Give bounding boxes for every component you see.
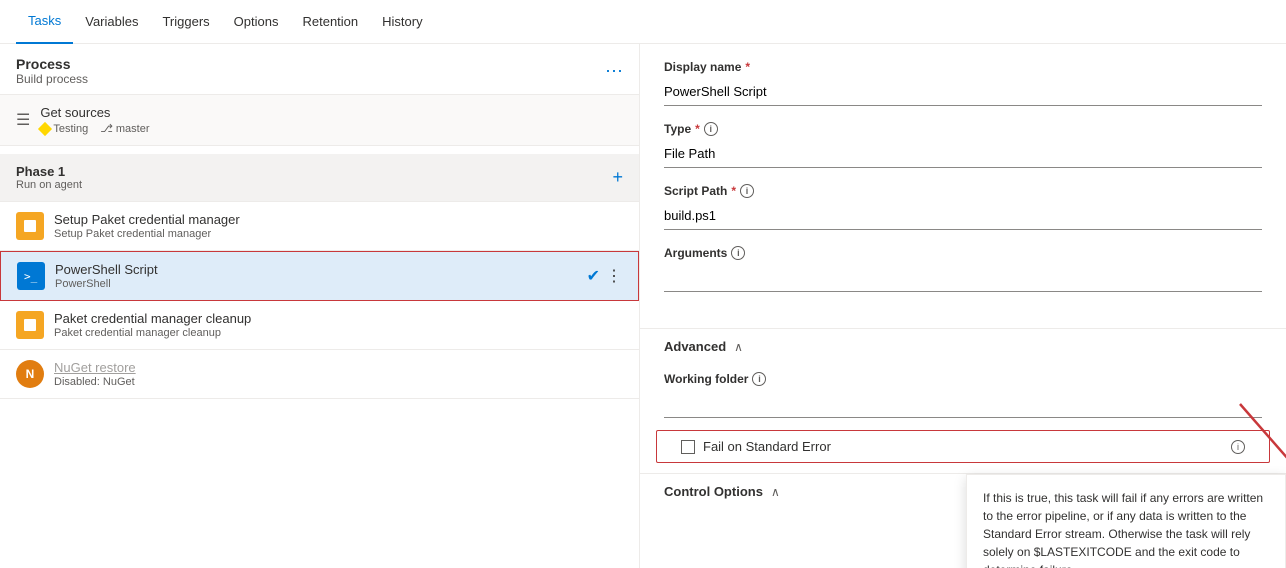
get-sources-content: Get sources Testing ⎇ master xyxy=(40,105,623,135)
arguments-input[interactable] xyxy=(664,264,1262,292)
svg-text:>_: >_ xyxy=(24,270,38,283)
task-title-paket-cleanup: Paket credential manager cleanup xyxy=(54,311,623,326)
display-name-input[interactable] xyxy=(664,78,1262,106)
type-info-icon[interactable]: i xyxy=(704,122,718,136)
display-name-label: Display name * xyxy=(664,60,1262,74)
process-more-button[interactable]: ⋯ xyxy=(605,61,623,82)
task-content-paket-cleanup: Paket credential manager cleanup Paket c… xyxy=(54,311,623,339)
get-sources-meta: Testing ⎇ master xyxy=(40,122,623,135)
testing-badge: Testing xyxy=(40,122,88,135)
task-title-paket-setup: Setup Paket credential manager xyxy=(54,212,623,227)
type-required: * xyxy=(695,122,700,136)
task-item-paket-cleanup[interactable]: Paket credential manager cleanup Paket c… xyxy=(0,301,639,350)
type-input[interactable] xyxy=(664,140,1262,168)
task-actions-powershell: ✔ ⋮ xyxy=(587,266,622,286)
phase-subtitle: Run on agent xyxy=(16,179,82,191)
script-path-info-icon[interactable]: i xyxy=(740,184,754,198)
get-sources-icon: ☰ xyxy=(16,110,30,130)
task-title-powershell: PowerShell Script xyxy=(55,262,587,277)
control-options-title: Control Options xyxy=(664,484,763,499)
nav-triggers[interactable]: Triggers xyxy=(150,0,221,44)
branch-icon: ⎇ xyxy=(100,122,113,135)
main-content: Process Build process ⋯ ☰ Get sources Te… xyxy=(0,44,1286,568)
phase-title: Phase 1 xyxy=(16,164,82,179)
branch-badge: ⎇ master xyxy=(100,122,149,135)
advanced-chevron-icon: ∧ xyxy=(734,340,743,354)
task-icon-nuget: N xyxy=(16,360,44,388)
display-name-group: Display name * xyxy=(664,60,1262,106)
phase-header: Phase 1 Run on agent + xyxy=(0,154,639,202)
arguments-label: Arguments i xyxy=(664,246,1262,260)
task-subtitle-nuget: Disabled: NuGet xyxy=(54,376,623,388)
top-nav: Tasks Variables Triggers Options Retenti… xyxy=(0,0,1286,44)
task-icon-paket-setup xyxy=(16,212,44,240)
process-title: Process xyxy=(16,56,88,72)
task-item-powershell[interactable]: >_ PowerShell Script PowerShell ✔ ⋮ xyxy=(0,251,639,301)
task-item-paket-setup[interactable]: Setup Paket credential manager Setup Pak… xyxy=(0,202,639,251)
phase-info: Phase 1 Run on agent xyxy=(16,164,82,191)
working-folder-input[interactable] xyxy=(664,390,1262,418)
task-icon-powershell: >_ xyxy=(17,262,45,290)
advanced-section-header[interactable]: Advanced ∧ xyxy=(640,328,1286,364)
fail-on-stderr-label: Fail on Standard Error xyxy=(703,439,1225,454)
working-folder-info-icon[interactable]: i xyxy=(752,372,766,386)
tooltip-text: If this is true, this task will fail if … xyxy=(983,489,1269,568)
get-sources-title: Get sources xyxy=(40,105,623,120)
phase-add-button[interactable]: + xyxy=(612,167,623,188)
fail-on-stderr-info-icon[interactable]: i xyxy=(1231,440,1245,454)
right-panel: Display name * Type * i xyxy=(640,44,1286,568)
script-path-input[interactable] xyxy=(664,202,1262,230)
fail-on-stderr-row: Fail on Standard Error i xyxy=(656,430,1270,463)
script-path-required: * xyxy=(731,184,736,198)
task-icon-paket-cleanup xyxy=(16,311,44,339)
working-folder-label: Working folder i xyxy=(664,372,1262,386)
nav-retention[interactable]: Retention xyxy=(290,0,370,44)
process-header: Process Build process ⋯ xyxy=(0,44,639,94)
task-item-nuget[interactable]: N NuGet restore Disabled: NuGet xyxy=(0,350,639,399)
task-subtitle-paket-cleanup: Paket credential manager cleanup xyxy=(54,327,623,339)
task-check-icon: ✔ xyxy=(587,266,600,286)
arguments-group: Arguments i xyxy=(664,246,1262,292)
nav-tasks[interactable]: Tasks xyxy=(16,0,73,44)
process-subtitle: Build process xyxy=(16,72,88,86)
tooltip-box: If this is true, this task will fail if … xyxy=(966,474,1286,568)
task-content-nuget: NuGet restore Disabled: NuGet xyxy=(54,360,623,388)
nav-history[interactable]: History xyxy=(370,0,434,44)
diamond-icon xyxy=(38,121,52,135)
nav-variables[interactable]: Variables xyxy=(73,0,150,44)
arguments-info-icon[interactable]: i xyxy=(731,246,745,260)
script-path-label: Script Path * i xyxy=(664,184,1262,198)
nav-options[interactable]: Options xyxy=(222,0,291,44)
task-more-icon[interactable]: ⋮ xyxy=(606,266,622,286)
working-folder-group: Working folder i xyxy=(640,364,1286,430)
script-path-group: Script Path * i xyxy=(664,184,1262,230)
type-label: Type * i xyxy=(664,122,1262,136)
advanced-title: Advanced xyxy=(664,339,726,354)
fail-on-stderr-checkbox[interactable] xyxy=(681,440,695,454)
task-subtitle-paket-setup: Setup Paket credential manager xyxy=(54,228,623,240)
type-group: Type * i xyxy=(664,122,1262,168)
task-content-paket-setup: Setup Paket credential manager Setup Pak… xyxy=(54,212,623,240)
form-section: Display name * Type * i xyxy=(640,44,1286,324)
display-name-required: * xyxy=(745,60,750,74)
task-title-nuget: NuGet restore xyxy=(54,360,623,375)
app-container: Tasks Variables Triggers Options Retenti… xyxy=(0,0,1286,568)
control-options-chevron-icon: ∧ xyxy=(771,485,780,499)
process-info: Process Build process xyxy=(16,56,88,86)
get-sources[interactable]: ☰ Get sources Testing ⎇ master xyxy=(0,94,639,146)
task-subtitle-powershell: PowerShell xyxy=(55,278,587,290)
left-panel: Process Build process ⋯ ☰ Get sources Te… xyxy=(0,44,640,568)
task-content-powershell: PowerShell Script PowerShell xyxy=(55,262,587,290)
